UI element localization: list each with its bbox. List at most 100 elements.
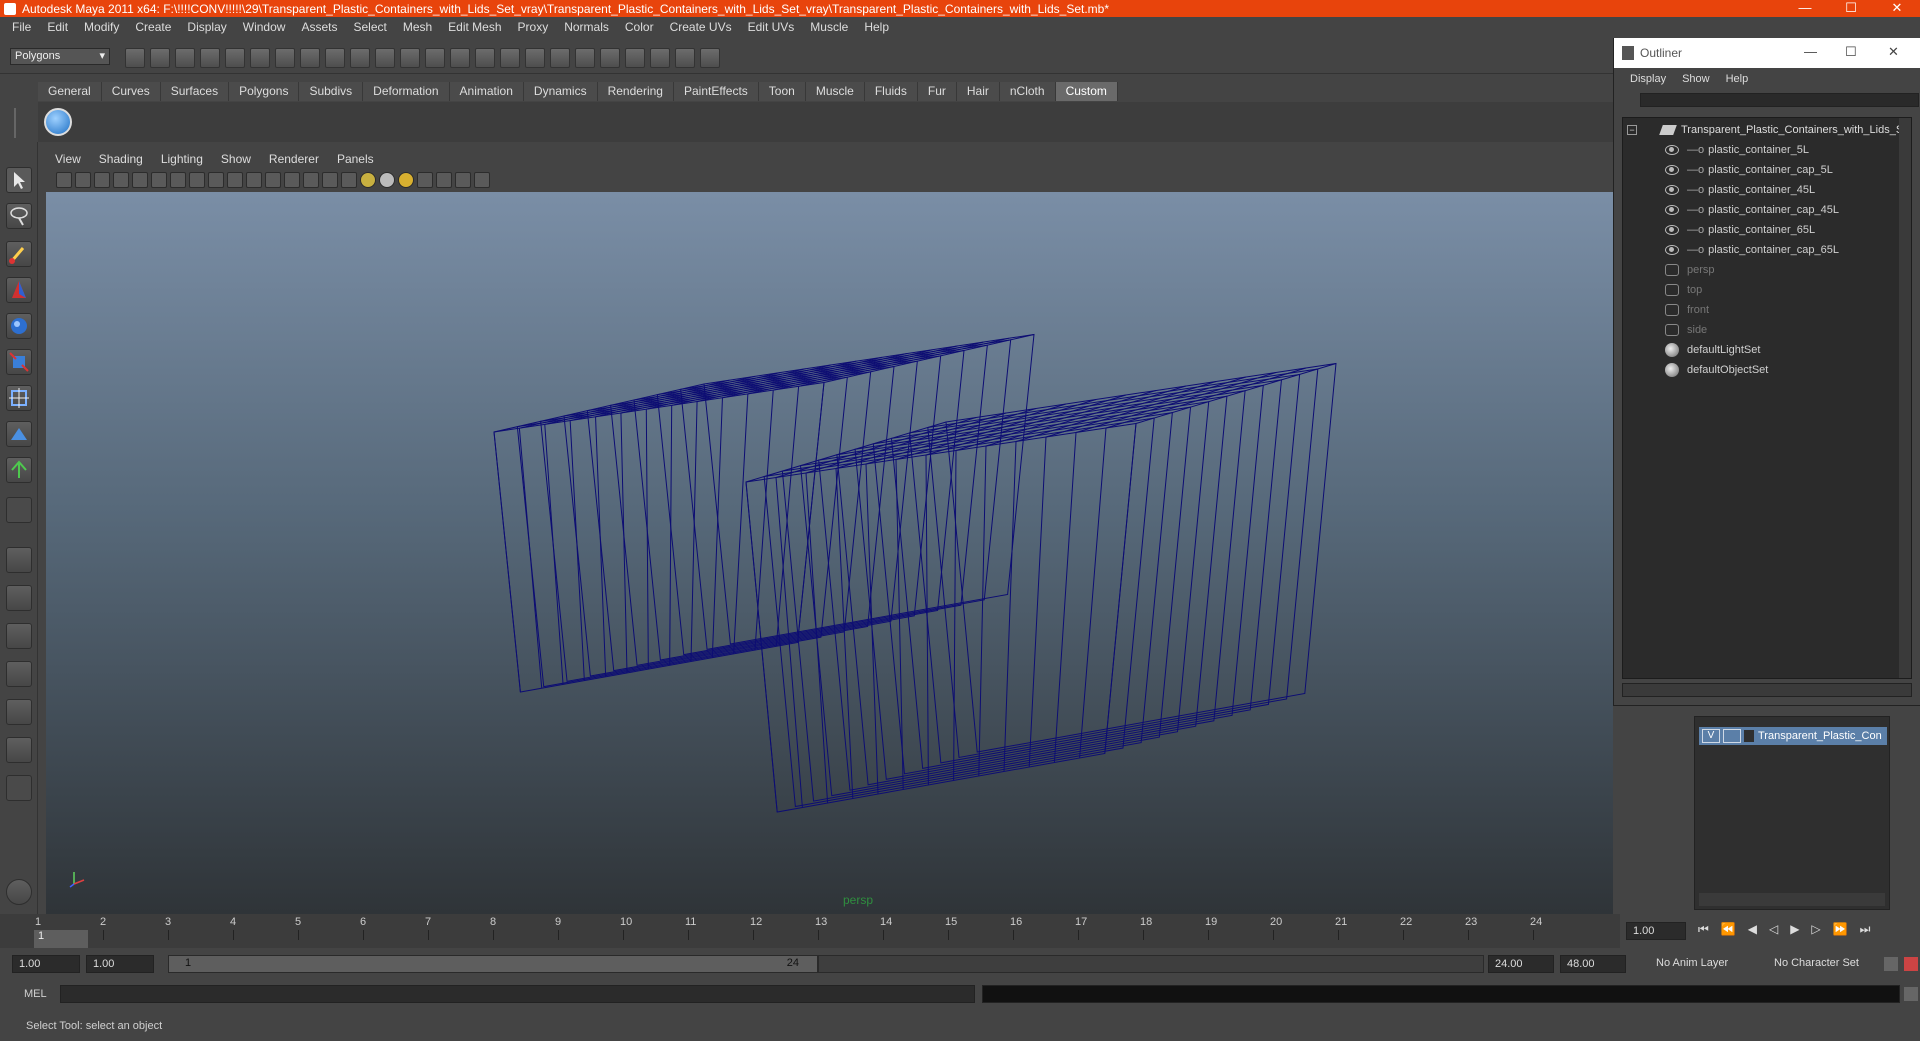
list-item[interactable]: —o plastic_container_cap_65L (1665, 240, 1839, 260)
snap-grid-icon[interactable] (275, 48, 295, 68)
tab-fur[interactable]: Fur (917, 82, 957, 101)
outliner-layout-icon[interactable] (6, 737, 32, 763)
outliner-close-button[interactable]: ✕ (1888, 44, 1899, 60)
panel-menu-renderer[interactable]: Renderer (260, 152, 328, 169)
outliner-vertical-scrollbar[interactable] (1899, 118, 1911, 678)
menu-color[interactable]: Color (617, 20, 662, 34)
toggle-attribute-editor-icon[interactable] (625, 48, 645, 68)
tab-dynamics[interactable]: Dynamics (523, 82, 598, 101)
high-quality-icon[interactable] (398, 172, 414, 188)
safe-action-icon[interactable] (246, 172, 262, 188)
outliner-list[interactable]: − Transparent_Plastic_Containers_with_Li… (1622, 117, 1912, 679)
image-plane-icon[interactable] (113, 172, 129, 188)
current-frame-marker[interactable]: 1 (34, 930, 88, 948)
move-tool-icon[interactable] (6, 277, 32, 303)
menu-assets[interactable]: Assets (293, 20, 345, 34)
list-item[interactable]: —o plastic_container_65L (1665, 220, 1815, 240)
menu-create[interactable]: Create (127, 20, 179, 34)
layer-playback-toggle[interactable] (1723, 729, 1741, 743)
snap-curve-icon[interactable] (300, 48, 320, 68)
render-frame-icon[interactable] (500, 48, 520, 68)
xray-components-icon[interactable] (474, 172, 490, 188)
script-editor-icon[interactable] (6, 879, 32, 905)
panel-menu-shading[interactable]: Shading (90, 152, 152, 169)
persp-graph-layout-icon[interactable] (6, 661, 32, 687)
list-item[interactable]: persp (1665, 260, 1715, 280)
script-editor-button[interactable] (1904, 987, 1918, 1001)
perspective-viewport[interactable] (46, 192, 1613, 914)
tab-rendering[interactable]: Rendering (597, 82, 674, 101)
safe-title-icon[interactable] (265, 172, 281, 188)
start-time-field[interactable]: 1.00 (12, 955, 80, 973)
xray-icon[interactable] (436, 172, 452, 188)
toggle-outliner-icon[interactable] (700, 48, 720, 68)
toggle-tool-settings-icon[interactable] (650, 48, 670, 68)
playback-end-field[interactable]: 24.00 (1488, 955, 1554, 973)
tab-fluids[interactable]: Fluids (864, 82, 918, 101)
outliner-maximize-button[interactable]: ☐ (1845, 44, 1857, 60)
playback-start-field[interactable]: 1.00 (86, 955, 154, 973)
textured-icon[interactable] (341, 172, 357, 188)
menu-modify[interactable]: Modify (76, 20, 127, 34)
toggle-channel-box-icon[interactable] (600, 48, 620, 68)
tab-curves[interactable]: Curves (101, 82, 161, 101)
menu-normals[interactable]: Normals (556, 20, 617, 34)
key-icon[interactable] (1884, 957, 1898, 971)
menu-edit[interactable]: Edit (39, 20, 76, 34)
range-slider[interactable]: 1 24 (168, 955, 818, 973)
tab-ncloth[interactable]: nCloth (999, 82, 1056, 101)
input-ops-icon[interactable] (400, 48, 420, 68)
menu-edit-uvs[interactable]: Edit UVs (740, 20, 803, 34)
range-slider-track[interactable] (818, 955, 1484, 973)
camera-attributes-icon[interactable] (75, 172, 91, 188)
outliner-menu-show[interactable]: Show (1674, 73, 1718, 85)
grid-toggle-icon[interactable] (151, 172, 167, 188)
hypershade-layout-icon[interactable] (6, 699, 32, 725)
paint-select-tool-icon[interactable] (6, 241, 32, 267)
checkmark-icon[interactable] (44, 108, 72, 136)
bookmark-icon[interactable] (94, 172, 110, 188)
tab-polygons[interactable]: Polygons (229, 82, 300, 101)
tab-deformation[interactable]: Deformation (363, 82, 450, 101)
outliner-minimize-button[interactable]: — (1804, 44, 1817, 59)
manipulator-tool-icon[interactable] (6, 385, 32, 411)
layer-color-swatch[interactable] (1744, 730, 1754, 742)
menu-proxy[interactable]: Proxy (510, 20, 557, 34)
list-item[interactable]: front (1665, 300, 1709, 320)
shelf-menu-handle[interactable] (14, 108, 34, 138)
smooth-shade-icon[interactable] (303, 172, 319, 188)
menu-edit-mesh[interactable]: Edit Mesh (440, 20, 509, 34)
tab-muscle[interactable]: Muscle (805, 82, 865, 101)
list-item[interactable]: —o plastic_container_45L (1665, 180, 1815, 200)
select-tool-icon[interactable] (6, 167, 32, 193)
list-item[interactable]: − Transparent_Plastic_Containers_with_Li… (1627, 120, 1903, 140)
persp-outliner-layout-icon[interactable] (6, 623, 32, 649)
playback-buttons[interactable]: ⏮⏪◀◁▶▷⏩⏭ (1698, 922, 1882, 937)
select-camera-icon[interactable] (56, 172, 72, 188)
current-time-field[interactable]: 1.00 (1626, 922, 1686, 940)
menu-select[interactable]: Select (345, 20, 394, 34)
field-chart-icon[interactable] (227, 172, 243, 188)
list-item[interactable]: —o plastic_container_5L (1665, 140, 1809, 160)
snap-surface-icon[interactable] (350, 48, 370, 68)
layer-visibility-toggle[interactable]: V (1702, 729, 1720, 743)
render-settings-icon[interactable] (550, 48, 570, 68)
last-tool-icon[interactable] (6, 457, 32, 483)
tab-surfaces[interactable]: Surfaces (160, 82, 230, 101)
lasso-tool-icon[interactable] (6, 203, 32, 229)
anim-layer-dropdown[interactable]: No Anim Layer (1650, 955, 1760, 973)
tab-subdivs[interactable]: Subdivs (299, 82, 364, 101)
scale-tool-icon[interactable] (6, 349, 32, 375)
tab-general[interactable]: General (38, 82, 102, 101)
new-scene-icon[interactable] (125, 48, 145, 68)
tab-hair[interactable]: Hair (956, 82, 1000, 101)
minimize-button[interactable]: — (1782, 0, 1828, 17)
history-icon[interactable] (375, 48, 395, 68)
panel-menu-show[interactable]: Show (212, 152, 260, 169)
menu-create-uvs[interactable]: Create UVs (662, 20, 740, 34)
maximize-button[interactable]: ☐ (1828, 0, 1874, 17)
panel-menu-panels[interactable]: Panels (328, 152, 383, 169)
menu-display[interactable]: Display (179, 20, 234, 34)
four-view-layout-icon[interactable] (6, 585, 32, 611)
list-item[interactable]: top (1665, 280, 1702, 300)
